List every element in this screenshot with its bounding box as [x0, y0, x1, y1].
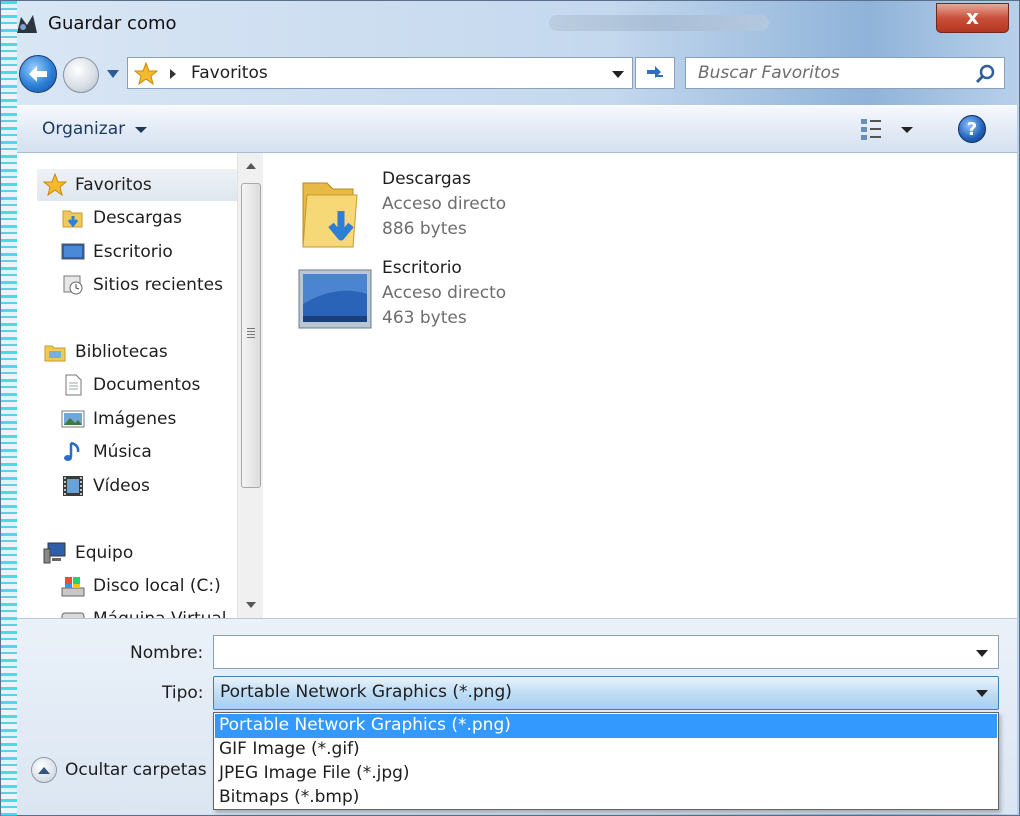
view-options-icon[interactable] — [859, 116, 885, 142]
address-text[interactable]: Favoritos — [191, 63, 268, 83]
downloads-folder-icon — [62, 210, 83, 228]
sidebar-item-documentos[interactable]: Documentos — [61, 370, 200, 400]
blurred-watermark — [549, 15, 769, 31]
sidebar-item-label: Vídeos — [93, 476, 150, 496]
chevron-up-icon — [31, 757, 57, 783]
star-icon — [43, 173, 67, 197]
type-option-gif[interactable]: GIF Image (*.gif) — [215, 738, 997, 762]
sidebar-item-disco-local[interactable]: Disco local (C:) — [61, 571, 221, 601]
breadcrumb-arrow-icon[interactable] — [170, 69, 176, 79]
window-title: Guardar como — [48, 13, 177, 34]
search-input[interactable]: Buscar Favoritos — [698, 63, 840, 83]
type-option-jpg[interactable]: JPEG Image File (*.jpg) — [215, 762, 997, 786]
scrollbar-grip-icon — [247, 328, 255, 338]
file-name: Descargas — [382, 169, 471, 189]
arrow-left-icon — [29, 66, 47, 82]
sidebar-item-imagenes[interactable]: Imágenes — [61, 404, 176, 434]
desktop-icon — [298, 269, 372, 329]
history-dropdown-icon[interactable] — [105, 67, 121, 81]
sidebar-group-bibliotecas[interactable]: Bibliotecas — [43, 337, 168, 367]
refresh-button[interactable] — [635, 57, 675, 89]
file-name-field[interactable] — [213, 635, 999, 669]
file-list: Descargas Acceso directo 886 bytes Escri… — [263, 153, 1017, 618]
drive-icon — [61, 612, 85, 618]
hide-folders-label: Ocultar carpetas — [65, 760, 207, 780]
name-dropdown-icon[interactable] — [976, 650, 988, 657]
sidebar-group-favoritos[interactable]: Favoritos — [43, 170, 152, 200]
search-box[interactable]: Buscar Favoritos — [685, 57, 1005, 89]
close-button[interactable]: x — [936, 3, 1009, 33]
organize-button[interactable]: Organizar — [42, 119, 125, 139]
sidebar-item-musica[interactable]: Música — [61, 437, 152, 467]
sidebar-item-videos[interactable]: Vídeos — [61, 471, 150, 501]
type-option-png[interactable]: Portable Network Graphics (*.png) — [215, 714, 997, 738]
navigation-pane: Favoritos Descargas Escritorio Sitios re… — [17, 153, 263, 618]
sidebar-item-label: Documentos — [93, 375, 201, 395]
address-dropdown-icon[interactable] — [612, 71, 624, 78]
file-item-descargas[interactable]: Descargas Acceso directo 886 bytes — [297, 169, 737, 253]
desktop-icon — [61, 243, 85, 260]
videos-icon — [63, 476, 83, 496]
computer-icon — [43, 542, 66, 564]
sidebar-group-label: Equipo — [75, 543, 134, 563]
file-type: Acceso directo — [382, 194, 507, 214]
app-icon — [17, 15, 37, 33]
sidebar-item-maquina-virtual[interactable]: Máquina Virtual — [61, 604, 227, 618]
star-icon — [134, 62, 158, 86]
file-type-select[interactable]: Portable Network Graphics (*.png) — [213, 676, 999, 710]
organize-dropdown-icon[interactable] — [135, 127, 147, 133]
sidebar-item-label: Descargas — [93, 208, 182, 228]
local-disk-icon — [61, 577, 85, 597]
file-item-escritorio[interactable]: Escritorio Acceso directo 463 bytes — [297, 258, 737, 342]
navigation-bar: Favoritos Buscar Favoritos — [1, 49, 1020, 101]
music-icon — [64, 441, 80, 461]
file-type-value: Portable Network Graphics (*.png) — [220, 682, 512, 702]
file-type-options: Portable Network Graphics (*.png) GIF Im… — [213, 712, 999, 810]
command-bar: Organizar ? — [17, 105, 1017, 153]
sidebar-item-label: Máquina Virtual — [93, 609, 227, 618]
file-size: 886 bytes — [382, 219, 467, 239]
screen-edge-artifact — [1, 1, 17, 816]
name-label: Nombre: — [130, 643, 204, 663]
scroll-down-icon[interactable] — [246, 602, 256, 608]
recent-places-icon — [63, 275, 83, 295]
file-size: 463 bytes — [382, 308, 467, 328]
sidebar-item-sitios-recientes[interactable]: Sitios recientes — [61, 270, 223, 300]
save-panel: Nombre: Tipo: Portable Network Graphics … — [17, 618, 1017, 814]
sidebar-item-label: Disco local (C:) — [93, 576, 221, 596]
sidebar-item-descargas[interactable]: Descargas — [61, 203, 182, 233]
refresh-icon — [647, 66, 663, 78]
type-label: Tipo: — [162, 683, 204, 703]
sidebar-item-label: Imágenes — [93, 409, 177, 429]
scroll-up-icon[interactable] — [246, 163, 256, 169]
forward-button[interactable] — [63, 57, 99, 93]
title-bar: Guardar como x — [1, 1, 1020, 49]
sidebar-item-label: Sitios recientes — [93, 275, 223, 295]
pictures-icon — [61, 410, 85, 428]
sidebar-group-label: Favoritos — [75, 175, 152, 195]
back-button[interactable] — [19, 55, 57, 93]
address-bar[interactable]: Favoritos — [127, 57, 633, 89]
file-type: Acceso directo — [382, 283, 507, 303]
navigation-pane-scrollbar[interactable] — [237, 153, 263, 618]
file-name-input[interactable] — [218, 639, 958, 665]
search-icon[interactable] — [974, 63, 996, 85]
view-dropdown-icon[interactable] — [901, 127, 913, 133]
chevron-down-icon[interactable] — [976, 690, 988, 697]
sidebar-group-label: Bibliotecas — [75, 342, 168, 362]
libraries-icon — [44, 345, 66, 362]
help-button[interactable]: ? — [958, 115, 986, 143]
type-option-bmp[interactable]: Bitmaps (*.bmp) — [215, 786, 997, 810]
downloads-folder-icon — [302, 182, 358, 248]
file-name: Escritorio — [382, 258, 462, 278]
sidebar-item-label: Música — [93, 442, 152, 462]
save-as-dialog: Guardar como x Favoritos Buscar Favorito… — [0, 0, 1020, 816]
sidebar-group-equipo[interactable]: Equipo — [43, 538, 133, 568]
hide-folders-button[interactable]: Ocultar carpetas — [31, 755, 207, 785]
documents-icon — [65, 374, 82, 396]
sidebar-item-label: Escritorio — [93, 242, 173, 262]
sidebar-item-escritorio[interactable]: Escritorio — [61, 237, 173, 267]
